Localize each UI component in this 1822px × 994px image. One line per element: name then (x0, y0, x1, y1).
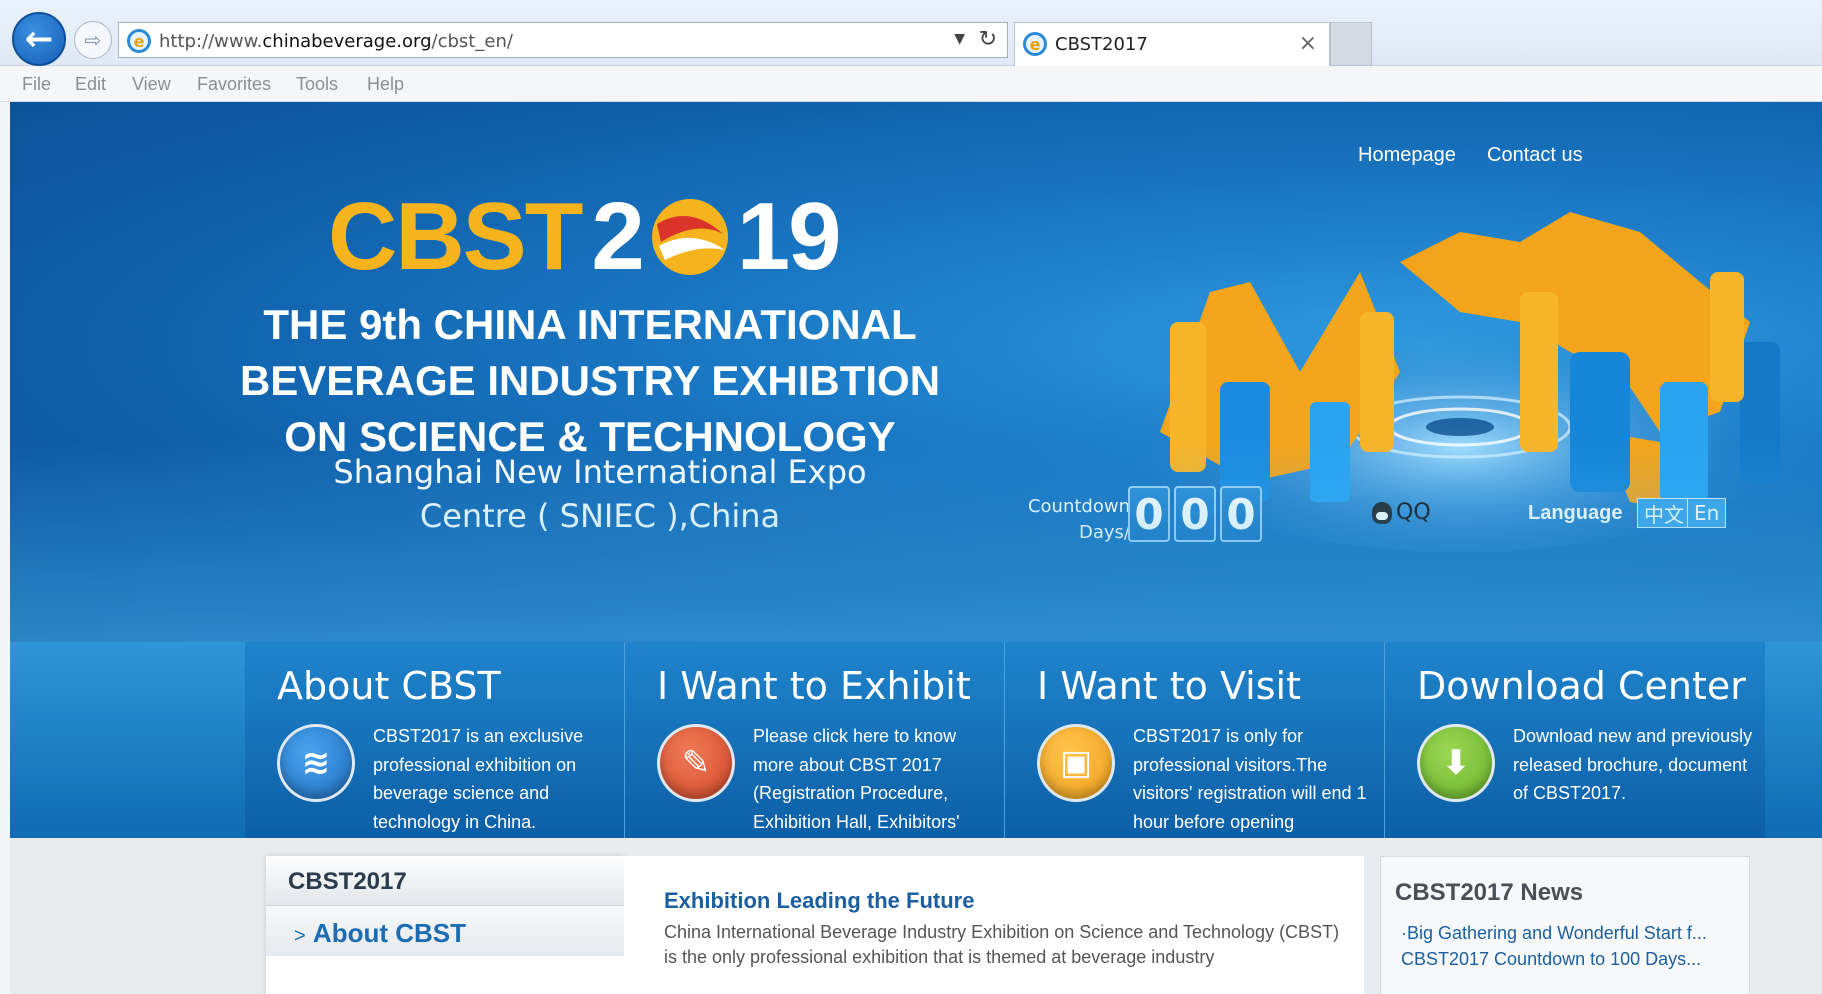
logo-swirl-icon (651, 199, 728, 275)
nav-homepage[interactable]: Homepage (1358, 144, 1456, 167)
menu-view[interactable]: View (132, 74, 171, 95)
sidebar-item-about-cbst[interactable]: > About CBST (266, 906, 624, 956)
news-panel: CBST2017 News ·Big Gathering and Wonderf… (1380, 856, 1750, 994)
tab-ie-icon: e (1023, 32, 1047, 56)
tab-close-icon[interactable]: × (1299, 31, 1317, 56)
feature-about-cbst[interactable]: About CBST ≋ CBST2017 is an exclusive pr… (245, 642, 625, 838)
web-page: Homepage Contact us CBST 2 19 THE 9th CH… (10, 102, 1822, 994)
url-text[interactable]: http://www.chinabeverage.org/cbst_en/ (159, 31, 513, 52)
language-english-button[interactable]: En (1687, 498, 1727, 528)
main-article: Exhibition Leading the Future China Inte… (624, 856, 1364, 994)
url-domain: chinabeverage.org (262, 31, 432, 52)
forward-arrow-icon: ⇨ (84, 28, 102, 52)
sidebar-title: CBST2017 (288, 868, 407, 895)
menu-favorites[interactable]: Favorites (197, 74, 271, 95)
logo-cbst-text: CBST (328, 183, 583, 290)
address-bar[interactable]: e http://www.chinabeverage.org/cbst_en/ … (118, 22, 1008, 58)
feature-title: About CBST (277, 664, 501, 708)
logo-year-2: 2 (591, 183, 644, 290)
swoosh-icon: ≋ (277, 724, 355, 802)
menu-edit[interactable]: Edit (75, 74, 106, 95)
venue-line-2: Centre ( SNIEC ),China (419, 497, 781, 535)
news-item[interactable]: ·Big Gathering and Wonderful Start f... (1401, 923, 1741, 944)
language-chinese-button[interactable]: 中文 (1637, 498, 1691, 528)
sidebar-item-text: About CBST (312, 918, 467, 948)
beverage-globe-illustration (1120, 212, 1800, 552)
address-dropdown-icon[interactable]: ▼ (954, 31, 965, 47)
feature-title: I Want to Visit (1037, 664, 1301, 708)
refresh-icon[interactable]: ↻ (979, 27, 997, 52)
feature-title: Download Center (1417, 664, 1746, 708)
countdown-digit: 0 (1220, 486, 1262, 542)
exhibition-headline: THE 9th CHINA INTERNATIONAL BEVERAGE IND… (190, 297, 990, 465)
feature-description: CBST2017 is only for professional visito… (1133, 726, 1367, 832)
nav-contact-us[interactable]: Contact us (1487, 144, 1583, 167)
article-body: China International Beverage Industry Ex… (664, 922, 1340, 967)
sidebar: CBST2017 > About CBST (266, 856, 624, 994)
menu-help[interactable]: Help (367, 74, 404, 95)
event-logo: CBST 2 19 (328, 182, 842, 292)
new-tab-button[interactable] (1330, 22, 1372, 66)
news-item[interactable]: CBST2017 Countdown to 100 Days... (1401, 949, 1741, 970)
countdown-digit: 0 (1128, 486, 1170, 542)
back-button[interactable]: ← (12, 12, 66, 66)
headline-line-2: BEVERAGE INDUSTRY EXHIBTION (239, 357, 941, 404)
feature-bar: About CBST ≋ CBST2017 is an exclusive pr… (10, 642, 1822, 860)
venue-line-1: Shanghai New International Expo (333, 453, 867, 491)
countdown-label: Countdown Days/ (990, 494, 1130, 546)
browser-tab[interactable]: e CBST2017 × (1014, 22, 1330, 66)
menu-tools[interactable]: Tools (296, 74, 338, 95)
headline-line-3: ON SCIENCE & TECHNOLOGY (284, 413, 896, 460)
back-arrow-icon: ← (24, 19, 54, 59)
feature-description: Download new and previously released bro… (1513, 726, 1753, 803)
edit-icon: ✎ (657, 724, 735, 802)
chevron-right-icon: > (294, 925, 306, 947)
article-title[interactable]: Exhibition Leading the Future (664, 888, 974, 914)
logo-year-19: 19 (736, 183, 842, 290)
content-area: CBST2017 > About CBST Exhibition Leading… (10, 838, 1822, 994)
chair-icon: ▣ (1037, 724, 1115, 802)
countdown-digit: 0 (1174, 486, 1216, 542)
countdown-digits: 0 0 0 (1128, 486, 1262, 542)
headline-line-1: THE 9th CHINA INTERNATIONAL (263, 301, 917, 348)
tab-title: CBST2017 (1055, 34, 1148, 55)
countdown-label-line-2: Days/ (1079, 522, 1130, 543)
qq-penguin-icon (1372, 501, 1392, 524)
feature-title: I Want to Exhibit (657, 664, 971, 708)
browser-toolbar: ← ⇨ e http://www.chinabeverage.org/cbst_… (0, 0, 1822, 66)
download-icon: ⬇ (1417, 724, 1495, 802)
feature-panels: About CBST ≋ CBST2017 is an exclusive pr… (245, 642, 1765, 860)
forward-button[interactable]: ⇨ (74, 21, 112, 59)
sidebar-item-label: > About CBST (294, 918, 466, 949)
countdown-label-line-1: Countdown (1027, 496, 1130, 517)
qq-label: QQ (1396, 500, 1431, 525)
language-label: Language (1528, 502, 1623, 524)
news-title: CBST2017 News (1395, 879, 1584, 906)
url-path: /cbst_en/ (431, 31, 513, 52)
feature-visit[interactable]: I Want to Visit ▣ CBST2017 is only for p… (1005, 642, 1385, 838)
qq-link[interactable]: QQ (1372, 500, 1431, 525)
menu-file[interactable]: File (22, 74, 51, 95)
feature-download-center[interactable]: Download Center ⬇ Download new and previ… (1385, 642, 1765, 838)
ie-icon: e (127, 29, 151, 53)
feature-description: CBST2017 is an exclusive professional ex… (373, 726, 584, 832)
url-prefix: http://www. (159, 31, 263, 52)
sidebar-header: CBST2017 (266, 856, 624, 906)
browser-window: ← ⇨ e http://www.chinabeverage.org/cbst_… (0, 0, 1822, 994)
hero-banner: Homepage Contact us CBST 2 19 THE 9th CH… (10, 102, 1822, 642)
venue-text: Shanghai New International Expo Centre (… (250, 450, 950, 538)
feature-exhibit[interactable]: I Want to Exhibit ✎ Please click here to… (625, 642, 1005, 860)
menu-bar: File Edit View Favorites Tools Help (0, 66, 1822, 102)
